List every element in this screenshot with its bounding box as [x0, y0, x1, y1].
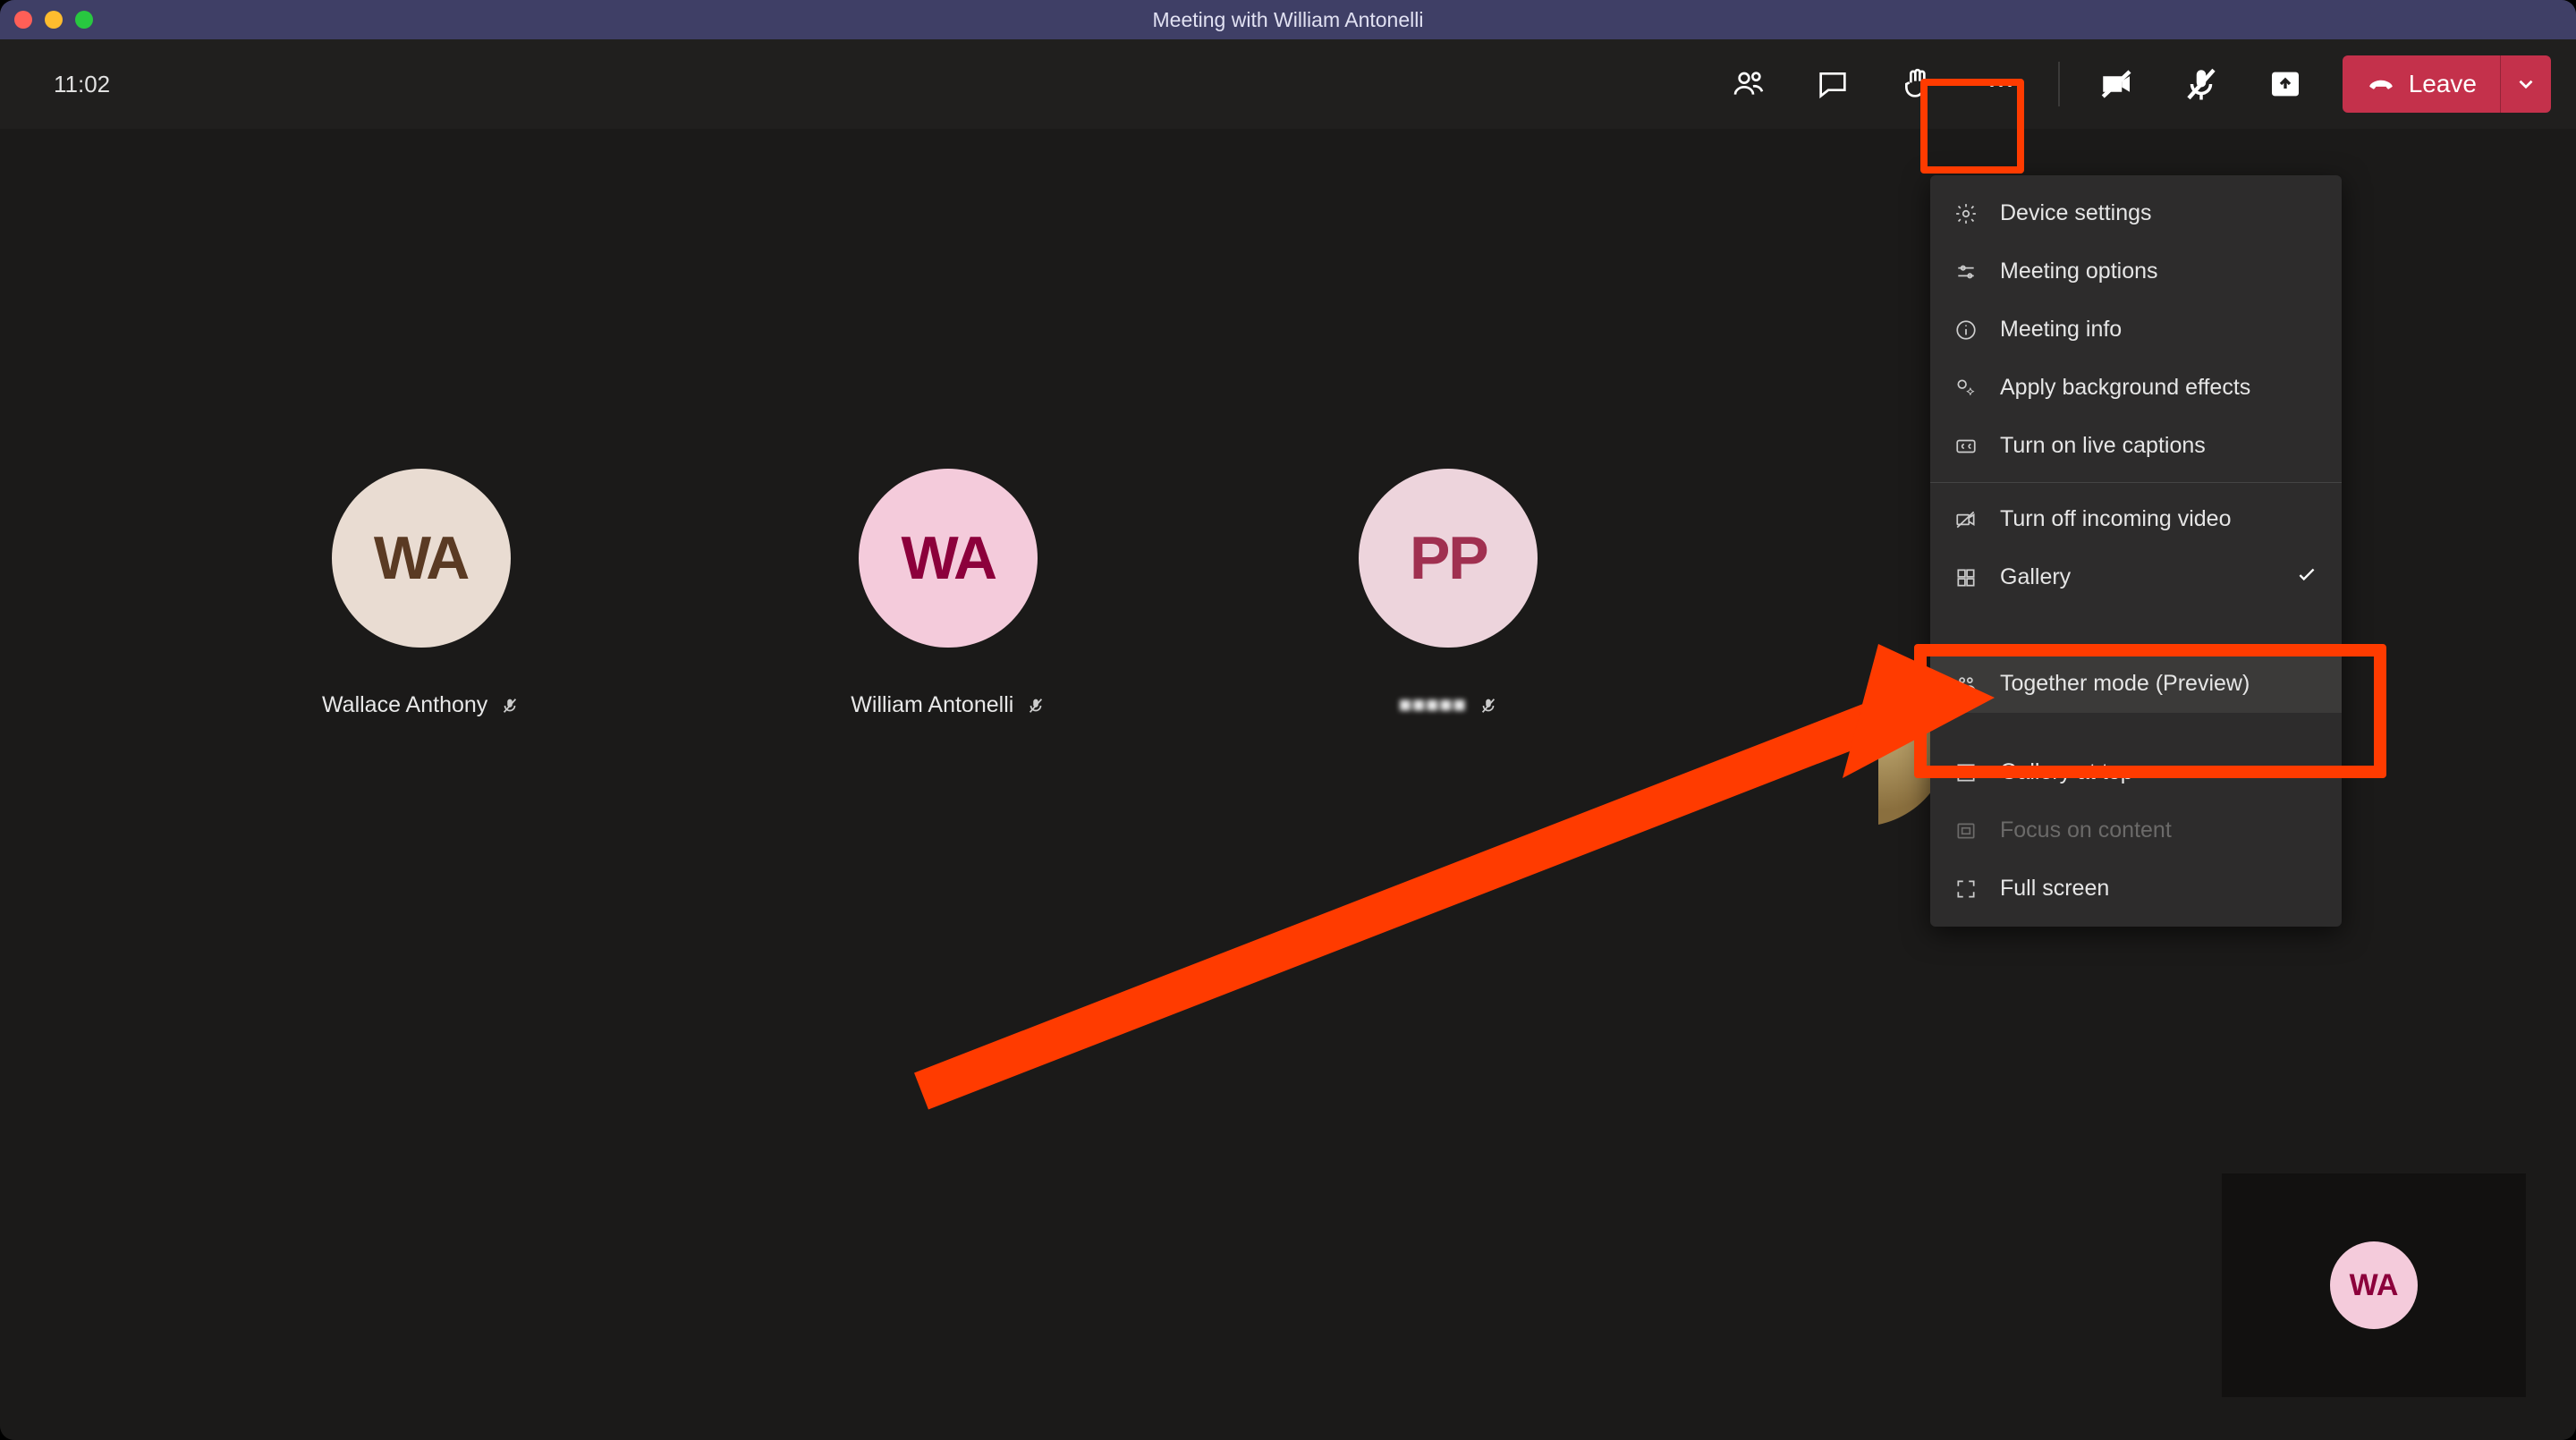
grid-icon	[1953, 565, 1979, 590]
sparkle-icon	[1953, 376, 1979, 401]
gallery-top-icon	[1953, 760, 1979, 785]
cc-icon	[1953, 434, 1979, 459]
meeting-window: Meeting with William Antonelli 11:02	[0, 0, 2576, 1440]
chat-button[interactable]	[1806, 58, 1860, 110]
participant-name: Wallace Anthony	[322, 692, 487, 718]
self-video-thumbnail[interactable]: WA	[2222, 1173, 2526, 1397]
window-fullscreen-button[interactable]	[75, 11, 93, 29]
hangup-icon	[2366, 69, 2396, 99]
menu-background-effects[interactable]: Apply background effects	[1930, 359, 2342, 417]
more-actions-menu: Device settings Meeting options Meeting …	[1930, 175, 2342, 927]
macos-titlebar: Meeting with William Antonelli	[0, 0, 2576, 39]
participants-button[interactable]	[1722, 58, 1775, 110]
participant-tile: WA William Antonelli	[851, 469, 1046, 718]
participant-name-row: ■■■■■	[1399, 692, 1499, 718]
menu-full-screen[interactable]: Full screen	[1930, 860, 2342, 918]
info-icon	[1953, 318, 1979, 343]
menu-gallery[interactable]: Gallery	[1930, 548, 2342, 606]
window-title: Meeting with William Antonelli	[0, 8, 2576, 32]
participant-tile: PP ■■■■■	[1359, 469, 1538, 718]
meeting-toolbar: 11:02 Leave	[0, 39, 2576, 130]
menu-turn-off-incoming-video[interactable]: Turn off incoming video	[1930, 490, 2342, 548]
checkmark-icon	[2295, 563, 2318, 592]
muted-icon	[1026, 696, 1046, 716]
mic-toggle-button[interactable]	[2174, 58, 2228, 110]
more-actions-button[interactable]	[1974, 58, 2028, 110]
muted-icon	[500, 696, 520, 716]
muted-icon	[1479, 696, 1498, 716]
self-avatar: WA	[2330, 1241, 2418, 1329]
menu-separator	[1930, 482, 2342, 483]
avatar: WA	[859, 469, 1038, 648]
camera-toggle-button[interactable]	[2090, 58, 2144, 110]
leave-button-group: Leave	[2343, 55, 2551, 113]
leave-button[interactable]: Leave	[2343, 55, 2500, 113]
participant-name: William Antonelli	[851, 692, 1013, 718]
share-screen-button[interactable]	[2258, 58, 2312, 110]
participant-tiles: WA Wallace Anthony WA William Antonelli …	[322, 469, 1538, 718]
menu-meeting-info[interactable]: Meeting info	[1930, 301, 2342, 359]
together-icon	[1953, 672, 1979, 697]
participant-name-row: Wallace Anthony	[322, 692, 520, 718]
window-minimize-button[interactable]	[45, 11, 63, 29]
gear-icon	[1953, 201, 1979, 226]
toolbar-divider	[2058, 62, 2060, 106]
participant-name: ■■■■■	[1399, 692, 1467, 718]
sliders-icon	[1953, 259, 1979, 284]
meeting-duration: 11:02	[54, 71, 110, 98]
focus-icon	[1953, 818, 1979, 843]
participant-name-row: William Antonelli	[851, 692, 1046, 718]
window-controls	[14, 11, 93, 29]
leave-label: Leave	[2409, 70, 2477, 98]
video-off-icon	[1953, 507, 1979, 532]
menu-meeting-options[interactable]: Meeting options	[1930, 242, 2342, 301]
avatar: PP	[1359, 469, 1538, 648]
fullscreen-icon	[1953, 877, 1979, 902]
menu-live-captions[interactable]: Turn on live captions	[1930, 417, 2342, 475]
leave-dropdown-button[interactable]	[2500, 55, 2551, 113]
menu-together-mode[interactable]: Together mode (Preview)	[1930, 655, 2342, 713]
menu-device-settings[interactable]: Device settings	[1930, 184, 2342, 242]
chevron-down-icon	[2514, 72, 2538, 96]
avatar: WA	[332, 469, 511, 648]
window-close-button[interactable]	[14, 11, 32, 29]
participant-tile: WA Wallace Anthony	[322, 469, 520, 718]
menu-focus-on-content: Focus on content	[1930, 801, 2342, 860]
raise-hand-button[interactable]	[1890, 58, 1944, 110]
menu-gallery-at-top[interactable]: Gallery at top	[1930, 743, 2342, 801]
